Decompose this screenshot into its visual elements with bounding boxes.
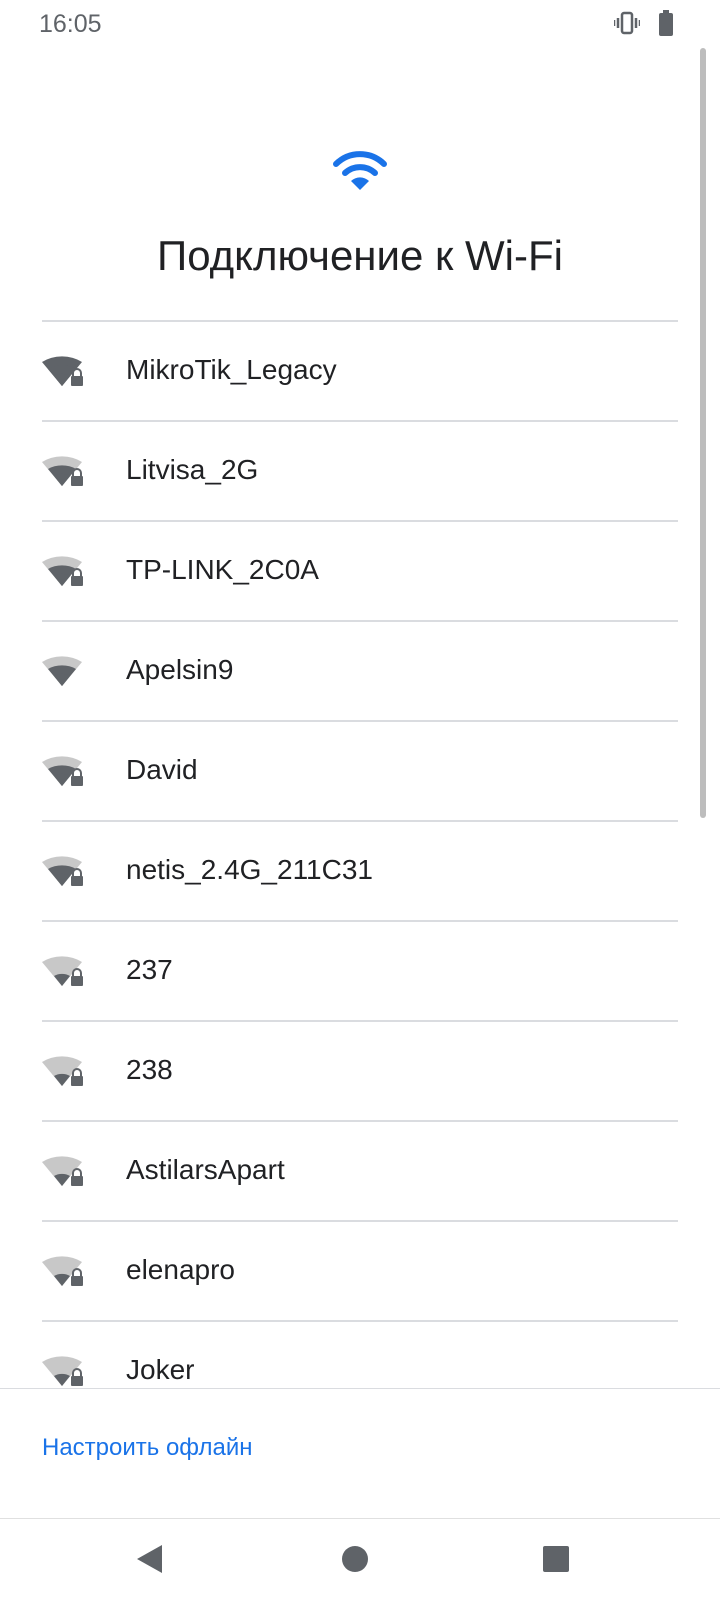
wifi-lock-icon (42, 1254, 86, 1290)
wifi-lock-icon (42, 1154, 86, 1190)
network-ssid: Apelsin9 (126, 654, 234, 685)
network-item[interactable]: 238 (42, 1020, 678, 1120)
back-icon[interactable] (134, 1543, 164, 1580)
network-item[interactable]: David (42, 720, 678, 820)
home-icon[interactable] (341, 1545, 369, 1578)
network-ssid: MikroTik_Legacy (126, 354, 337, 385)
network-item[interactable]: 237 (42, 920, 678, 1020)
network-ssid: netis_2.4G_211C31 (126, 854, 373, 885)
network-item[interactable]: Litvisa_2G (42, 420, 678, 520)
network-item[interactable]: AstilarsApart (42, 1120, 678, 1220)
wifi-lock-icon (42, 954, 86, 990)
status-bar: 16:05 (0, 0, 720, 48)
wifi-lock-icon (42, 1354, 86, 1388)
wifi-lock-icon (42, 554, 86, 590)
network-ssid: Litvisa_2G (126, 454, 259, 485)
recents-icon[interactable] (542, 1545, 570, 1578)
network-ssid: TP-LINK_2C0A (126, 554, 319, 585)
network-item[interactable]: Apelsin9 (42, 620, 678, 720)
wifi-lock-icon (42, 354, 86, 390)
network-ssid: AstilarsApart (126, 1154, 285, 1185)
wifi-lock-icon (42, 454, 86, 490)
footer: Настроить офлайн (0, 1388, 720, 1519)
scrollbar[interactable] (700, 48, 706, 818)
network-item[interactable]: MikroTik_Legacy (42, 320, 678, 420)
navigation-bar (0, 1518, 720, 1601)
network-item[interactable]: elenapro (42, 1220, 678, 1320)
wifi-signal-icon (42, 654, 86, 690)
wifi-lock-icon (42, 854, 86, 890)
setup-offline-link[interactable]: Настроить офлайн (42, 1434, 253, 1462)
network-ssid: David (126, 754, 198, 785)
network-item[interactable]: TP-LINK_2C0A (42, 520, 678, 620)
wifi-lock-icon (42, 754, 86, 790)
network-ssid: 237 (126, 954, 173, 985)
network-item[interactable]: Joker (42, 1320, 678, 1388)
page-title: Подключение к Wi-Fi (157, 232, 563, 279)
network-ssid: Joker (126, 1354, 195, 1385)
network-ssid: elenapro (126, 1254, 235, 1285)
network-list: MikroTik_Legacy Litvisa_2G TP-LINK_2C0A Ape… (42, 320, 678, 1388)
battery-icon (658, 10, 674, 41)
wifi-icon (332, 150, 388, 199)
status-time: 16:05 (39, 10, 102, 38)
network-item[interactable]: netis_2.4G_211C31 (42, 820, 678, 920)
wifi-lock-icon (42, 1054, 86, 1090)
vibrate-icon (613, 11, 641, 40)
network-ssid: 238 (126, 1054, 173, 1085)
